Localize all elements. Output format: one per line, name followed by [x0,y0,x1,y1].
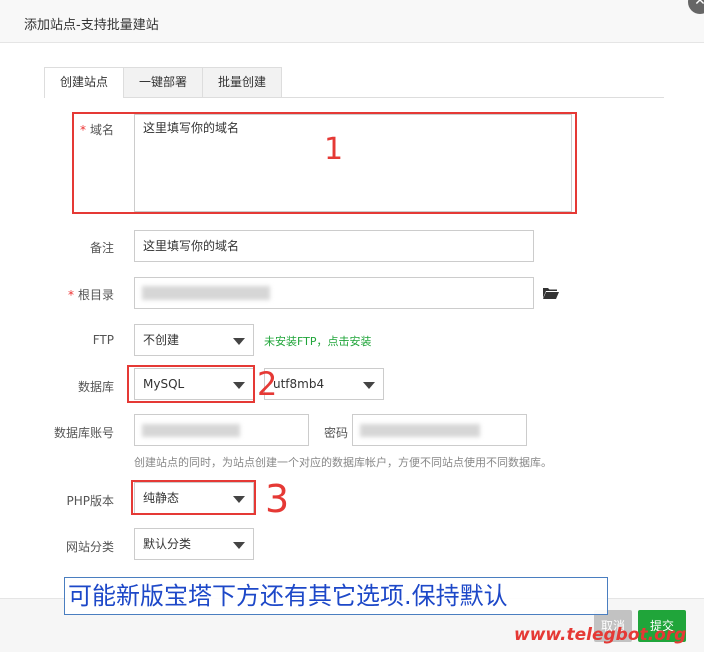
db-hint: 创建站点的同时，为站点创建一个对应的数据库帐户，方便不同站点使用不同数据库。 [134,456,552,469]
db-account-label: 数据库账号 [53,426,114,440]
remark-label: 备注 [89,241,114,255]
chevron-down-icon [233,542,245,549]
category-select[interactable]: 默认分类 [134,528,254,560]
redacted-password [360,424,480,437]
root-dir-label: * 根目录 [67,288,114,302]
php-version-label: PHP版本 [66,494,115,508]
annotation-mark-2: 2 [257,365,278,403]
charset-select[interactable]: utf8mb4 [264,368,384,400]
remark-input[interactable]: 这里填写你的域名 [134,230,534,262]
dialog-title: 添加站点-支持批量建站 [24,18,159,33]
category-select-value: 默认分类 [143,537,192,551]
charset-select-value: utf8mb4 [273,377,325,391]
ftp-select-value: 不创建 [143,333,180,347]
ftp-label: FTP [92,333,114,347]
chevron-down-icon [363,382,375,389]
annotation-box-php [131,480,256,515]
annotation-mark-3: 3 [265,477,290,521]
redacted-account [142,424,240,437]
dialog-titlebar: 添加站点-支持批量建站 [0,0,704,43]
tab-bar: 创建站点 一键部署 批量创建 [44,67,664,98]
watermark: www.telegbot.org [514,625,687,645]
annotation-box-database [127,365,255,403]
ftp-select[interactable]: 不创建 [134,324,254,356]
ftp-install-link[interactable]: 未安装FTP，点击安装 [264,333,372,349]
tab-create-site[interactable]: 创建站点 [44,67,124,98]
chevron-down-icon [233,338,245,345]
category-label: 网站分类 [65,540,114,554]
tab-one-click-deploy[interactable]: 一键部署 [123,67,203,97]
annotation-mark-1: 1 [324,132,344,167]
folder-open-icon[interactable] [543,287,559,299]
tab-batch-create[interactable]: 批量创建 [202,67,282,97]
annotation-notice: 可能新版宝塔下方还有其它选项.保持默认 [64,577,608,615]
database-label: 数据库 [77,380,114,394]
add-site-dialog: 添加站点-支持批量建站 ✕ 创建站点 一键部署 批量创建 * 域名 这里填写你的域… [0,0,704,652]
db-password-label: 密码 [323,426,348,440]
redacted-path [142,286,270,300]
